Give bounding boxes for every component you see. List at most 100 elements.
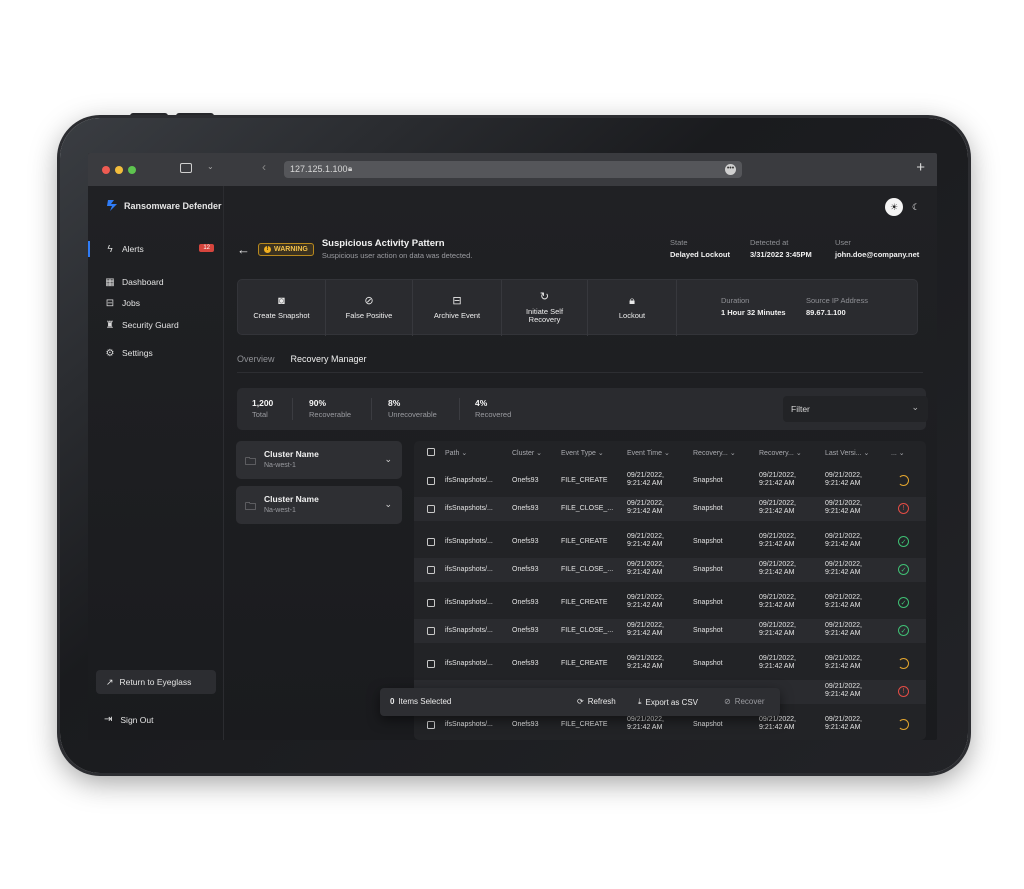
- folder-icon: 🗀: [245, 501, 256, 513]
- status-error-icon: !: [898, 503, 909, 514]
- status-pending-icon: [898, 719, 909, 730]
- back-arrow-icon[interactable]: ←: [237, 242, 250, 257]
- row-checkbox[interactable]: [427, 505, 435, 513]
- cell-event-time: 09/21/2022, 9:21:42 AM: [627, 472, 664, 488]
- address-bar[interactable]: 127.125.1.100 🔒︎ •••: [284, 161, 742, 178]
- cell-event-time: 09/21/2022, 9:21:42 AM: [627, 500, 664, 516]
- row-checkbox[interactable]: [427, 566, 435, 574]
- cell-cluster: Onefs93: [512, 538, 539, 545]
- row-checkbox[interactable]: [427, 627, 435, 635]
- source-ip-meta: Source IP Address 89.67.1.100: [806, 296, 868, 317]
- table-row[interactable]: ifsSnapshots/... Onefs93 FILE_CLOSE_... 09/…: [414, 558, 926, 582]
- recover-button[interactable]: ⊘ Recover: [724, 697, 765, 706]
- cell-recovery-type: Snapshot: [693, 660, 723, 667]
- lockout-button[interactable]: 🔒︎ Lockout: [588, 280, 677, 336]
- state-meta: State Delayed Lockout: [670, 238, 730, 259]
- cell-event-type: FILE_CLOSE_...: [561, 566, 614, 573]
- cluster-card[interactable]: 🗀 Cluster Name Na-west-1 ⌄: [236, 441, 402, 479]
- cell-event-type: FILE_CREATE: [561, 721, 608, 728]
- alert-subtitle: Suspicious user action on data was detec…: [321, 251, 473, 260]
- col-event-time[interactable]: Event Time ⌄: [627, 449, 670, 457]
- table-row[interactable]: ifsSnapshots/... Onefs93 FILE_CREATE 09/21/…: [414, 652, 926, 676]
- cell-recovery-time: 09/21/2022, 9:21:42 AM: [759, 622, 796, 638]
- warning-icon: !: [264, 245, 271, 253]
- cell-recovery-type: Snapshot: [693, 627, 723, 634]
- cell-last-version: 09/21/2022, 9:21:42 AM: [825, 500, 862, 516]
- row-checkbox[interactable]: [427, 477, 435, 485]
- cell-recovery-type: Snapshot: [693, 477, 723, 484]
- col-cluster[interactable]: Cluster ⌄: [512, 449, 542, 457]
- refresh-icon: ⟳: [577, 697, 584, 706]
- new-tab-icon[interactable]: +: [916, 159, 925, 176]
- row-checkbox[interactable]: [427, 599, 435, 607]
- col-path[interactable]: Path ⌄: [445, 449, 467, 457]
- logo-icon: [107, 200, 117, 211]
- table-row[interactable]: ifsSnapshots/... Onefs93 FILE_CREATE 09/21/…: [414, 469, 926, 493]
- sidebar-item-dashboard[interactable]: ▦ Dashboard: [88, 273, 224, 291]
- maximize-window-button[interactable]: [128, 166, 136, 174]
- refresh-button[interactable]: ⟳ Refresh: [577, 697, 616, 706]
- tab-recovery-manager[interactable]: Recovery Manager: [290, 354, 367, 373]
- stat-recoverable: 90% Recoverable: [309, 398, 352, 419]
- cell-cluster: Onefs93: [512, 721, 539, 728]
- row-checkbox[interactable]: [427, 660, 435, 668]
- cell-path: ifsSnapshots/...: [445, 660, 493, 667]
- archive-event-label: Archive Event: [433, 311, 481, 320]
- initiate-self-recovery-button[interactable]: ↻ Initiate Self Recovery: [502, 280, 588, 336]
- sign-out-button[interactable]: ⇥ Sign Out: [104, 714, 153, 725]
- status-ok-icon: ✓: [898, 536, 909, 547]
- archive-event-button[interactable]: ⊟ Archive Event: [413, 280, 502, 336]
- detected-label: Detected at: [750, 238, 789, 247]
- table-row[interactable]: ifsSnapshots/... Onefs93 FILE_CLOSE_... 09/…: [414, 619, 926, 643]
- table-row[interactable]: ifsSnapshots/... Onefs93 FILE_CREATE 09/21/…: [414, 713, 926, 737]
- cell-recovery-type: Snapshot: [693, 538, 723, 545]
- cell-recovery-type: Snapshot: [693, 505, 723, 512]
- sidebar-toggle-icon[interactable]: [180, 163, 192, 173]
- duration-value: 1 Hour 32 Minutes: [721, 308, 786, 317]
- select-all-checkbox[interactable]: [427, 448, 435, 456]
- export-csv-button[interactable]: ⤓ Export as CSV: [638, 697, 698, 707]
- return-to-eyeglass-button[interactable]: ↗ Return to Eyeglass: [96, 670, 216, 694]
- minimize-window-button[interactable]: [115, 166, 123, 174]
- cell-recovery-time: 09/21/2022, 9:21:42 AM: [759, 472, 796, 488]
- sidebar-item-label: Settings: [122, 348, 153, 358]
- table-row[interactable]: ifsSnapshots/... Onefs93 FILE_CLOSE_... 09/…: [414, 497, 926, 521]
- sign-out-icon: ⇥: [104, 714, 113, 725]
- false-positive-button[interactable]: ⊘ False Positive: [326, 280, 413, 336]
- guard-icon: ♜: [105, 319, 115, 331]
- duration-label: Duration: [721, 296, 750, 305]
- detected-meta: Detected at 3/31/2022 3:45PM: [750, 238, 812, 259]
- row-checkbox[interactable]: [427, 721, 435, 729]
- sidebar-item-label: Dashboard: [122, 277, 164, 287]
- sidebar-item-alerts[interactable]: ϟ Alerts 12: [88, 240, 224, 258]
- filter-select[interactable]: Filter ⌄: [783, 396, 928, 422]
- cluster-card[interactable]: 🗀 Cluster Name Na-west-1 ⌄: [236, 486, 402, 524]
- col-event-type[interactable]: Event Type ⌄: [561, 449, 604, 457]
- dashboard-icon: ▦: [105, 276, 115, 288]
- sidebar-item-settings[interactable]: ⚙ Settings: [88, 344, 224, 362]
- sidebar-item-security-guard[interactable]: ♜ Security Guard: [88, 316, 224, 334]
- cell-event-time: 09/21/2022, 9:21:42 AM: [627, 716, 664, 732]
- chevron-down-icon[interactable]: ⌄: [207, 162, 214, 171]
- close-window-button[interactable]: [102, 166, 110, 174]
- col-recovery-1[interactable]: Recovery... ⌄: [693, 449, 736, 457]
- stat-unrecoverable: 8% Unrecoverable: [388, 398, 437, 419]
- sidebar-item-label: Jobs: [122, 298, 140, 308]
- back-nav-icon[interactable]: ‹: [262, 160, 266, 174]
- cell-last-version: 09/21/2022, 9:21:42 AM: [825, 655, 862, 671]
- create-snapshot-button[interactable]: ◙ Create Snapshot: [238, 280, 326, 336]
- col-more[interactable]: ... ⌄: [891, 449, 905, 457]
- create-snapshot-label: Create Snapshot: [253, 311, 310, 320]
- table-row[interactable]: ifsSnapshots/... Onefs93 FILE_CREATE 09/21/…: [414, 591, 926, 615]
- cell-cluster: Onefs93: [512, 599, 539, 606]
- table-row[interactable]: ifsSnapshots/... Onefs93 FILE_CREATE 09/21/…: [414, 530, 926, 554]
- tab-overview[interactable]: Overview: [237, 354, 275, 373]
- cell-event-time: 09/21/2022, 9:21:42 AM: [627, 622, 664, 638]
- col-last-version[interactable]: Last Versi... ⌄: [825, 449, 869, 457]
- duration-meta: Duration 1 Hour 32 Minutes: [721, 296, 786, 317]
- alert-header: ← ! WARNING Suspicious Activity Pattern …: [237, 238, 472, 260]
- row-checkbox[interactable]: [427, 538, 435, 546]
- more-icon[interactable]: •••: [725, 164, 736, 175]
- sidebar-item-jobs[interactable]: ⊟ Jobs: [88, 294, 224, 312]
- col-recovery-2[interactable]: Recovery... ⌄: [759, 449, 802, 457]
